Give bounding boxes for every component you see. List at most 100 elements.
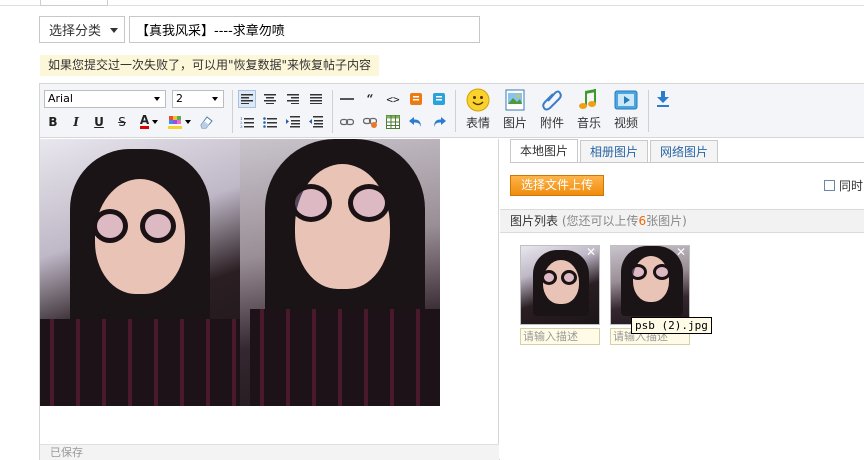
photo-glasses-left	[290, 184, 332, 222]
editor-content-area[interactable]: 已保存	[40, 139, 499, 460]
font-family-select[interactable]: Arial	[44, 90, 166, 108]
indent-icon	[286, 116, 300, 128]
underline-button[interactable]: U	[90, 113, 108, 131]
code-button[interactable]: <>	[384, 90, 402, 108]
category-select-label: 选择分类	[49, 24, 102, 39]
emoji-button[interactable]: 表情	[461, 88, 495, 134]
justify-icon	[310, 94, 322, 104]
undo-button[interactable]	[407, 113, 425, 131]
table-button[interactable]	[384, 113, 402, 131]
align-left-button[interactable]	[238, 90, 256, 108]
rich-editor: Arial 2 “ <> B I U S A 1 2 3 表情 图片 附件 音乐…	[39, 83, 864, 460]
outdent-icon	[309, 116, 323, 128]
unordered-list-button[interactable]	[261, 113, 279, 131]
top-divider	[0, 5, 864, 6]
attach-button[interactable]: 附件	[535, 88, 569, 134]
photo-face-shape	[295, 164, 390, 289]
image-list-header: 图片列表 (您还可以上传6张图片)	[500, 209, 864, 233]
bold-button[interactable]: B	[44, 113, 62, 131]
tab-web-images[interactable]: 网络图片	[650, 140, 719, 163]
font-family-value: Arial	[48, 92, 73, 105]
horizontal-rule-icon	[340, 98, 354, 100]
attach-label: 附件	[539, 116, 564, 130]
thumb-glasses-left	[629, 264, 647, 280]
chevron-down-icon	[212, 97, 218, 101]
italic-button[interactable]: I	[67, 113, 85, 131]
font-size-select[interactable]: 2	[172, 90, 224, 108]
photo-glasses-right	[348, 184, 390, 222]
quote-button[interactable]: “	[361, 90, 379, 108]
align-right-icon	[287, 94, 299, 104]
tab-local-images[interactable]: 本地图片	[510, 139, 579, 163]
table-icon	[386, 115, 400, 129]
download-button[interactable]	[654, 90, 672, 108]
image-label: 图片	[502, 116, 527, 130]
simultaneous-label: 同时	[839, 179, 864, 193]
close-icon[interactable]: ✕	[675, 246, 687, 258]
post-editor-page: 选择分类 如果您提交过一次失败了，可以用"恢复数据"来恢复帖子内容 Arial …	[0, 0, 864, 460]
strikethrough-icon: S	[118, 115, 126, 129]
image-list-hint-pre: (您还可以上传	[561, 214, 639, 228]
image-source-tabs: 本地图片 相册图片 网络图片	[510, 139, 720, 163]
video-icon	[614, 88, 638, 112]
image-button[interactable]: 图片	[498, 88, 532, 134]
align-center-button[interactable]	[261, 90, 279, 108]
image-thumbnail[interactable]: ✕	[520, 245, 600, 325]
upload-file-button[interactable]: 选择文件上传	[510, 175, 605, 196]
photo-glasses-right	[140, 209, 176, 243]
indent-button[interactable]	[284, 113, 302, 131]
free-button[interactable]	[407, 90, 425, 108]
image-upload-panel: 本地图片 相册图片 网络图片 选择文件上传 同时 图片列表 (您还可以上传6张图…	[500, 139, 864, 460]
music-icon	[577, 88, 601, 112]
font-color-icon: A	[139, 113, 150, 129]
toolbar-separator	[648, 90, 649, 132]
font-size-value: 2	[176, 92, 183, 105]
video-label: 视频	[613, 116, 638, 130]
outdent-button[interactable]	[307, 113, 325, 131]
justify-button[interactable]	[307, 90, 325, 108]
music-button[interactable]: 音乐	[572, 88, 606, 134]
backcolor-button[interactable]	[166, 113, 192, 131]
tabs-divider	[510, 162, 864, 163]
clear-format-button[interactable]	[197, 113, 215, 131]
inserted-photo-1[interactable]	[40, 139, 240, 406]
image-thumbnail[interactable]: ✕	[610, 245, 690, 325]
bold-icon: B	[48, 115, 58, 129]
top-tab[interactable]	[40, 0, 108, 6]
align-right-button[interactable]	[284, 90, 302, 108]
unlink-button[interactable]	[361, 113, 379, 131]
ordered-list-button[interactable]: 123	[238, 113, 256, 131]
attach-icon	[540, 88, 564, 112]
toolbar-separator	[455, 90, 456, 132]
forecolor-button[interactable]: A	[136, 113, 162, 131]
align-center-icon	[264, 94, 276, 104]
image-description-input[interactable]: 请输入描述	[520, 328, 600, 345]
restore-notice: 如果您提交过一次失败了，可以用"恢复数据"来恢复帖子内容	[40, 55, 380, 76]
link-button[interactable]	[338, 113, 356, 131]
inserted-photo-2[interactable]	[240, 139, 440, 406]
editor-status-bar: 已保存	[40, 444, 499, 460]
hide-tag-icon	[433, 93, 445, 105]
quote-icon: “	[366, 92, 374, 106]
image-icon	[503, 88, 527, 112]
italic-icon: I	[73, 115, 79, 129]
tab-album-images[interactable]: 相册图片	[580, 140, 649, 163]
subject-input[interactable]	[129, 16, 480, 43]
svg-text:3: 3	[240, 124, 243, 128]
horizontal-rule-button[interactable]	[338, 90, 356, 108]
ordered-list-icon: 123	[240, 116, 254, 128]
strike-button[interactable]: S	[113, 113, 131, 131]
video-button[interactable]: 视频	[609, 88, 643, 134]
chevron-down-icon	[110, 28, 118, 33]
simultaneous-checkbox[interactable]	[824, 180, 835, 191]
filename-tooltip: psb (2).jpg	[631, 317, 712, 334]
hide-button[interactable]	[430, 90, 448, 108]
download-icon	[657, 91, 669, 107]
thumb-glasses-right	[653, 264, 671, 280]
category-select[interactable]: 选择分类	[39, 16, 125, 43]
redo-button[interactable]	[430, 113, 448, 131]
chevron-down-icon	[184, 120, 191, 124]
close-icon[interactable]: ✕	[585, 246, 597, 258]
thumb-glasses-left	[541, 270, 557, 285]
undo-icon	[409, 117, 421, 127]
